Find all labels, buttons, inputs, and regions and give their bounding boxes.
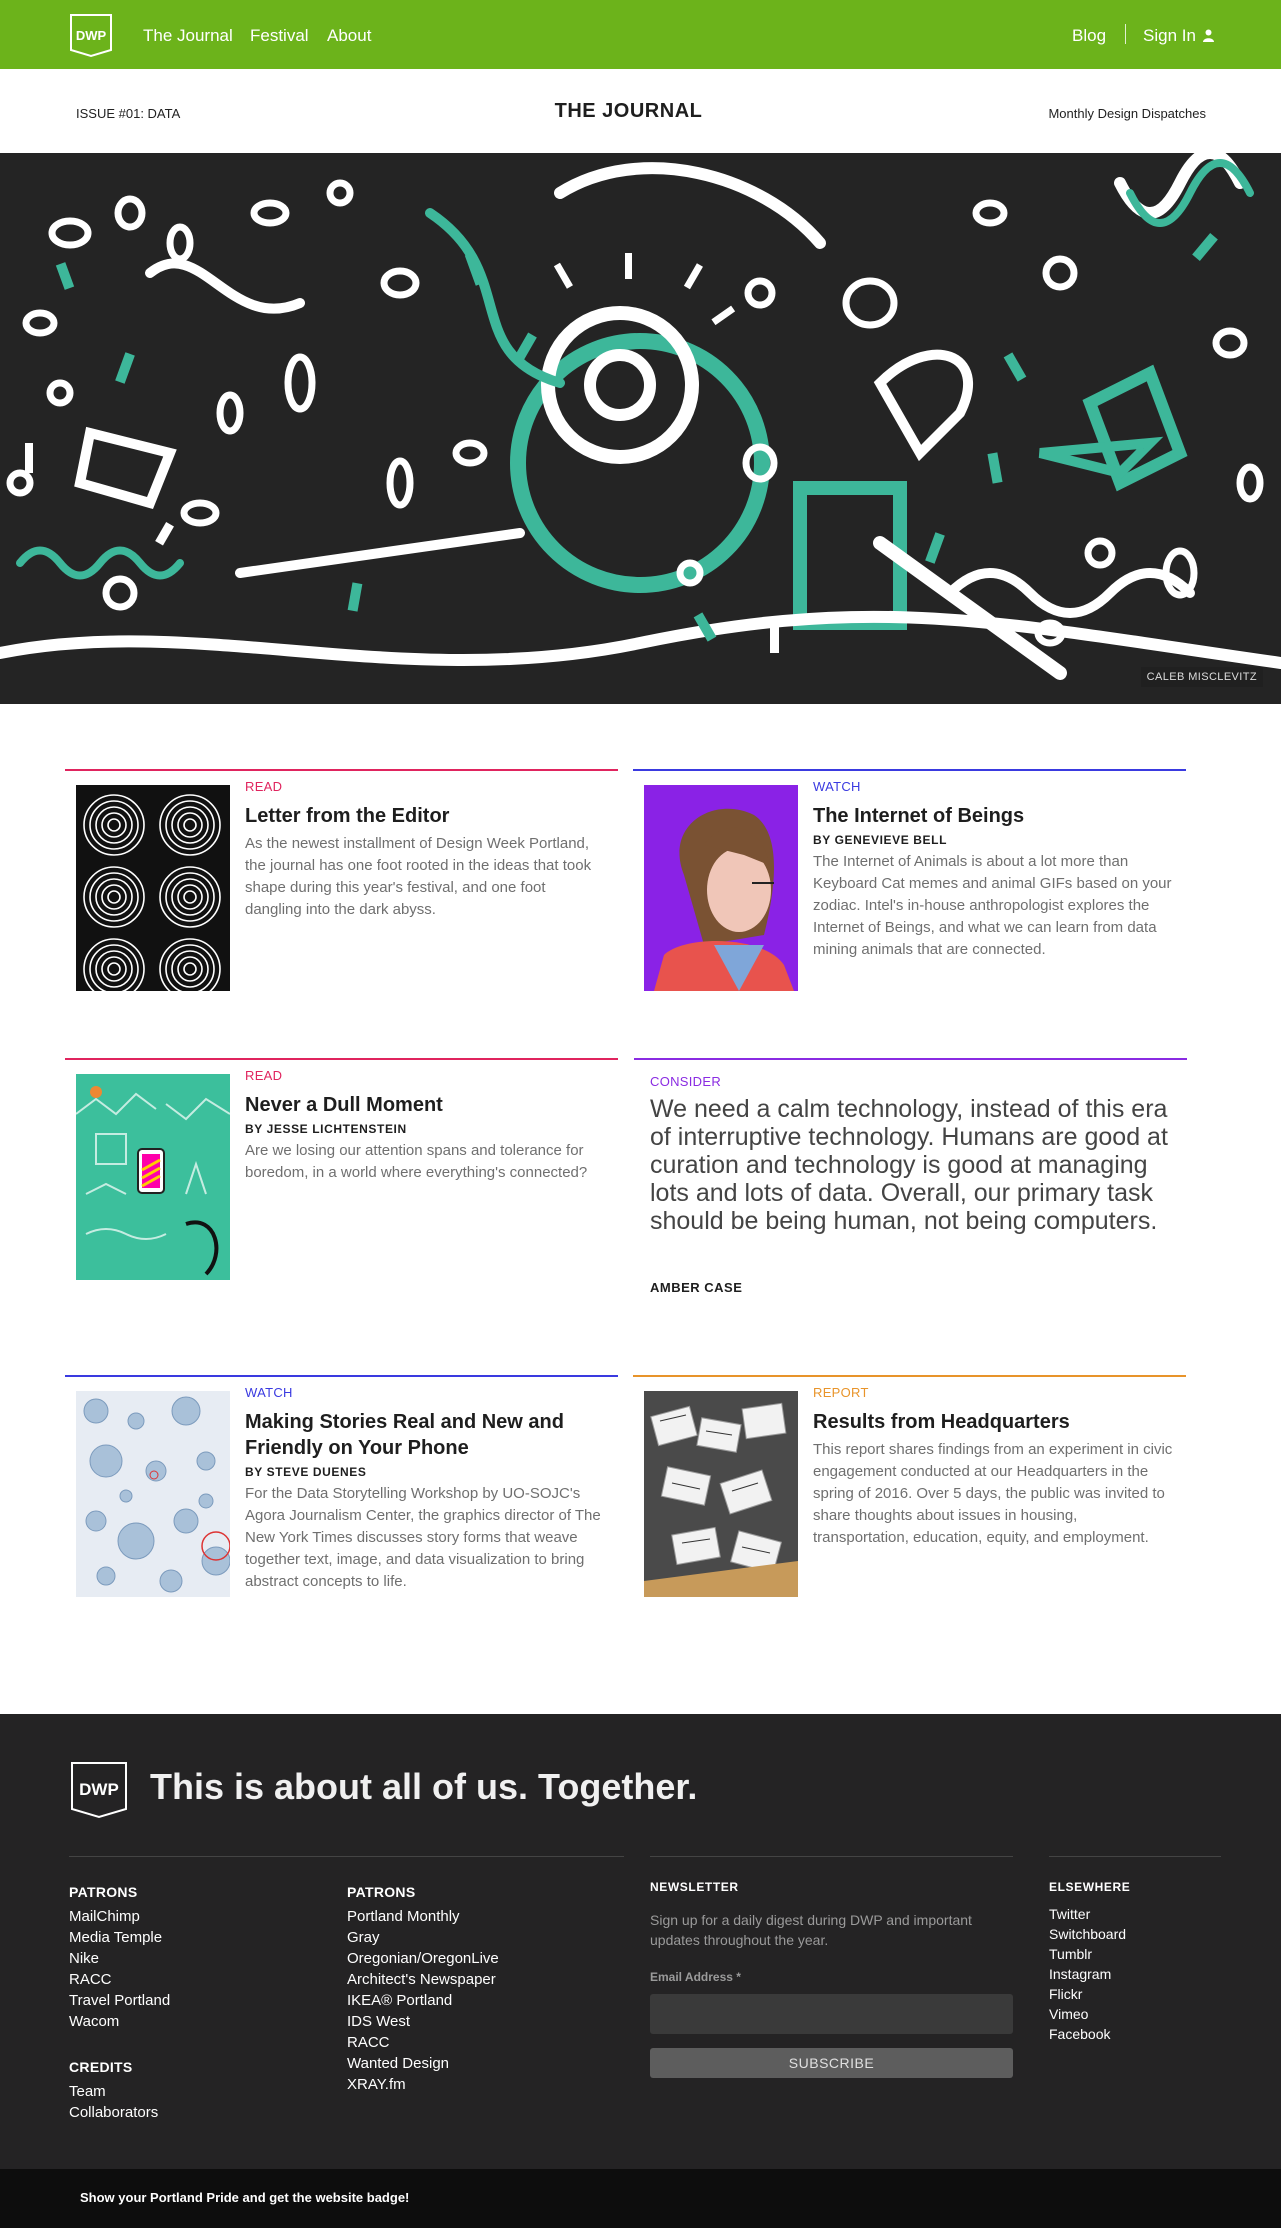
hero-art: [0, 153, 1281, 680]
article-title[interactable]: The Internet of Beings: [813, 803, 1173, 829]
footer-link[interactable]: Architect's Newspaper: [347, 1969, 499, 1990]
nav-link-about[interactable]: About: [327, 26, 371, 46]
photo-credit: CALEB MISCLEVITZ: [1140, 667, 1263, 687]
pride-badge-text[interactable]: Show your Portland Pride and get the web…: [80, 2190, 409, 2205]
article-summary: For the Data Storytelling Workshop by UO…: [245, 1485, 601, 1590]
footer-link[interactable]: XRAY.fm: [347, 2074, 499, 2095]
quote-kicker: CONSIDER: [650, 1074, 722, 1089]
nav-link-blog[interactable]: Blog: [1072, 26, 1106, 46]
footer-heading: PATRONS: [69, 1884, 138, 1900]
issue-tagline: Monthly Design Dispatches: [1048, 106, 1206, 121]
footer-divider: [69, 1856, 624, 1857]
footer-patrons-1: PATRONS MailChimp Media Temple Nike RACC…: [69, 1884, 170, 2123]
article-thumbnail: [644, 1391, 798, 1597]
footer-link[interactable]: MailChimp: [69, 1906, 170, 1927]
article-thumbnail: [644, 785, 798, 991]
article-kicker: READ: [245, 779, 283, 794]
article-byline: BY JESSE LICHTENSTEIN: [245, 1122, 407, 1136]
dwp-logo[interactable]: DWP: [68, 12, 114, 58]
quote-rule: [634, 1058, 1187, 1060]
sign-in-label: Sign In: [1143, 26, 1196, 45]
article-kicker: REPORT: [813, 1385, 869, 1400]
footer-link[interactable]: RACC: [69, 1969, 170, 1990]
footer-heading: ELSEWHERE: [1049, 1880, 1131, 1894]
card-rule: [65, 769, 618, 771]
article-title[interactable]: Results from Headquarters: [813, 1409, 1173, 1435]
email-label: Email Address *: [650, 1970, 741, 1984]
social-link-flickr[interactable]: Flickr: [1049, 1984, 1130, 2004]
footer-link[interactable]: Wanted Design: [347, 2053, 499, 2074]
article-summary: Are we losing our attention spans and to…: [245, 1142, 588, 1181]
hero-illustration[interactable]: CALEB MISCLEVITZ: [0, 153, 1281, 704]
email-field[interactable]: [650, 1994, 1013, 2034]
social-link-switchboard[interactable]: Switchboard: [1049, 1924, 1130, 1944]
site-footer: DWP This is about all of us. Together. P…: [0, 1714, 1281, 2169]
newsletter-description: Sign up for a daily digest during DWP an…: [650, 1912, 972, 1948]
article-thumbnail: [76, 1391, 230, 1597]
article-summary: This report shares findings from an expe…: [813, 1441, 1173, 1546]
card-rule: [633, 1375, 1186, 1377]
footer-link[interactable]: Oregonian/OregonLive: [347, 1948, 499, 1969]
article-kicker: WATCH: [813, 779, 861, 794]
footer-elsewhere: ELSEWHERE Twitter Switchboard Tumblr Ins…: [1049, 1880, 1130, 2044]
footer-link[interactable]: Portland Monthly: [347, 1906, 499, 1927]
footer-link[interactable]: IKEA® Portland: [347, 1990, 499, 2011]
svg-text:DWP: DWP: [76, 28, 107, 43]
top-nav: DWP The Journal Festival About Blog Sign…: [0, 0, 1281, 69]
footer-patrons-2: PATRONS Portland Monthly Gray Oregonian/…: [347, 1884, 499, 2095]
nav-link-festival[interactable]: Festival: [250, 26, 309, 46]
newsletter-form: NEWSLETTER Sign up for a daily digest du…: [650, 1880, 1020, 2078]
subscribe-button[interactable]: SUBSCRIBE: [650, 2048, 1013, 2078]
social-link-instagram[interactable]: Instagram: [1049, 1964, 1130, 1984]
article-title[interactable]: Making Stories Real and New and Friendly…: [245, 1409, 605, 1461]
article-kicker: WATCH: [245, 1385, 293, 1400]
user-icon: [1202, 29, 1214, 42]
footer-link[interactable]: Wacom: [69, 2011, 170, 2032]
footer-heading: CREDITS: [69, 2059, 133, 2075]
article-title[interactable]: Never a Dull Moment: [245, 1092, 605, 1118]
social-link-facebook[interactable]: Facebook: [1049, 2024, 1130, 2044]
article-summary: The Internet of Animals is about a lot m…: [813, 853, 1172, 958]
footer-link[interactable]: Media Temple: [69, 1927, 170, 1948]
article-byline: BY STEVE DUENES: [245, 1465, 367, 1479]
card-rule: [65, 1375, 618, 1377]
footer-tagline: This is about all of us. Together.: [150, 1766, 698, 1807]
footer-link[interactable]: Nike: [69, 1948, 170, 1969]
footer-divider: [650, 1856, 1013, 1857]
social-link-twitter[interactable]: Twitter: [1049, 1904, 1130, 1924]
card-rule: [65, 1058, 618, 1060]
article-byline: BY GENEVIEVE BELL: [813, 833, 948, 847]
footer-link[interactable]: Travel Portland: [69, 1990, 170, 2011]
article-thumbnail: [76, 785, 230, 991]
article-thumbnail: [76, 1074, 230, 1280]
footer-divider: [1049, 1856, 1221, 1857]
footer-link[interactable]: RACC: [347, 2032, 499, 2053]
quote-text: We need a calm technology, instead of th…: [650, 1095, 1168, 1235]
article-kicker: READ: [245, 1068, 283, 1083]
nav-link-journal[interactable]: The Journal: [143, 26, 233, 46]
svg-text:DWP: DWP: [79, 1780, 119, 1799]
article-title[interactable]: Letter from the Editor: [245, 803, 605, 829]
issue-bar: ISSUE #01: DATA THE JOURNAL Monthly Desi…: [0, 69, 1281, 153]
sign-in-link[interactable]: Sign In: [1143, 26, 1214, 46]
dwp-footer-logo[interactable]: DWP: [69, 1760, 129, 1820]
footer-link[interactable]: IDS West: [347, 2011, 499, 2032]
footer-heading: PATRONS: [347, 1884, 416, 1900]
social-link-tumblr[interactable]: Tumblr: [1049, 1944, 1130, 1964]
footer-link[interactable]: Collaborators: [69, 2102, 170, 2123]
pride-badge-bar[interactable]: Show your Portland Pride and get the web…: [0, 2169, 1281, 2228]
social-link-vimeo[interactable]: Vimeo: [1049, 2004, 1130, 2024]
nav-divider: [1125, 24, 1126, 44]
footer-link[interactable]: Gray: [347, 1927, 499, 1948]
footer-link[interactable]: Team: [69, 2081, 170, 2102]
article-summary: As the newest installment of Design Week…: [245, 835, 592, 918]
newsletter-heading: NEWSLETTER: [650, 1880, 739, 1894]
quote-author: AMBER CASE: [650, 1280, 743, 1295]
card-rule: [633, 769, 1186, 771]
